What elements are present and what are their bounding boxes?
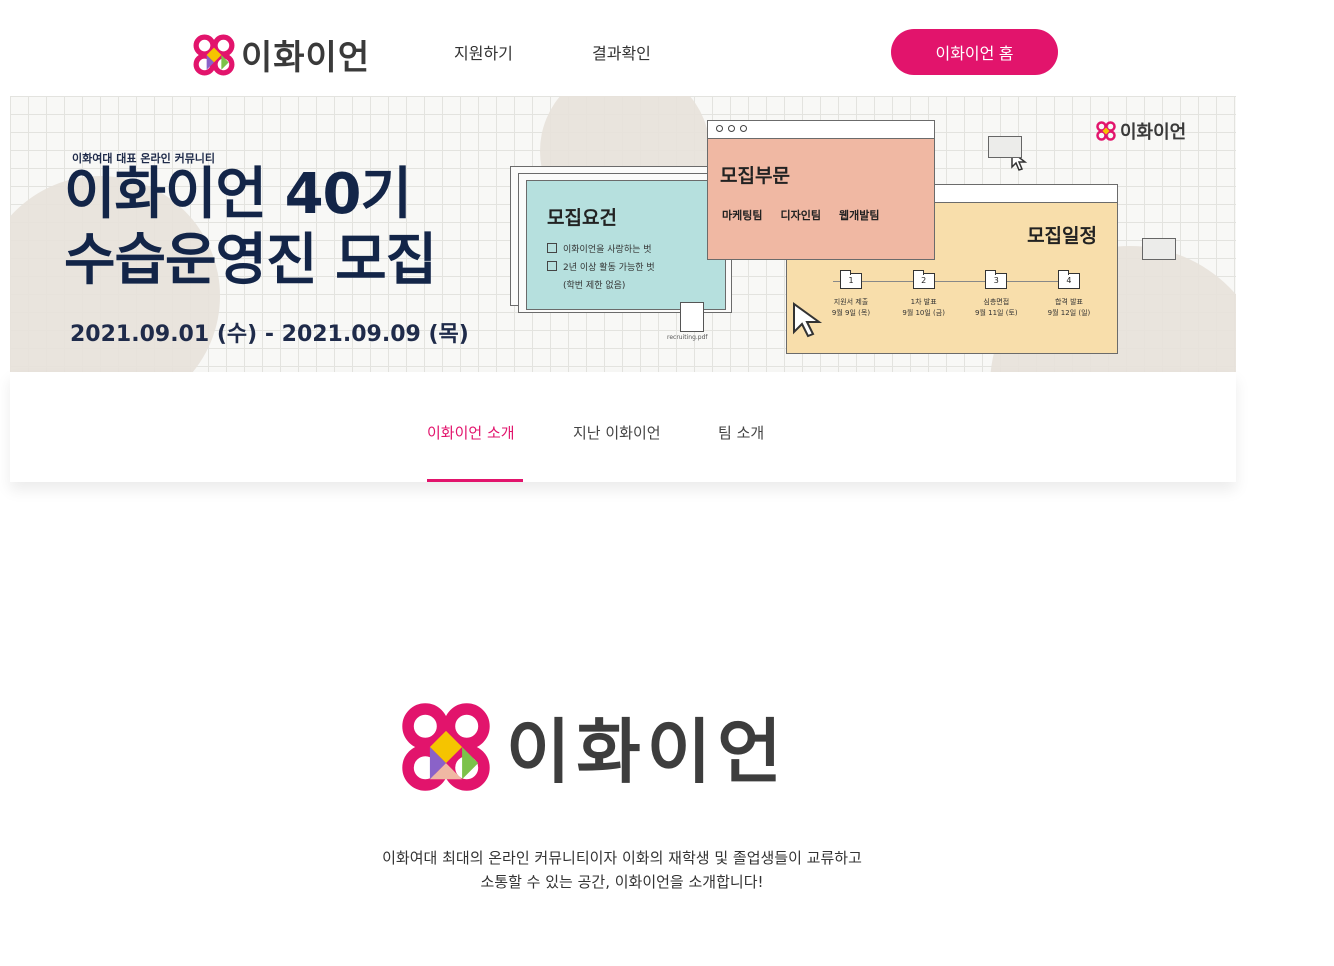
folder-icon xyxy=(1142,238,1176,260)
home-button[interactable]: 이화이언 홈 xyxy=(891,29,1058,75)
checkbox-icon xyxy=(547,243,557,253)
requirement-note: (학번 제한 없음) xyxy=(563,281,626,291)
banner-title-line1: 이화이언 40기 xyxy=(64,162,412,227)
flower-logo-icon xyxy=(402,702,490,791)
parts-title: 모집부문 xyxy=(720,165,790,187)
schedule-steps: 1 지원서 제출 9월 9일 (목) 2 1차 발표 9월 10일 (금) 3 … xyxy=(815,270,1105,319)
parts-list: 마케팅팀 디자인팀 웹개발팀 xyxy=(722,207,879,223)
step-date: 9월 10일 (금) xyxy=(902,309,945,317)
schedule-step: 3 심층면접 9월 11일 (토) xyxy=(960,270,1032,319)
step-label: 심층면접 xyxy=(983,298,1010,306)
folder-icon: 3 xyxy=(985,270,1008,289)
banner-title: 이화이언 40기 수습운영진 모집 xyxy=(64,162,437,294)
window-dots-icon xyxy=(716,125,747,132)
banner-logo-text: 이화이언 xyxy=(1120,122,1187,143)
checkbox-icon xyxy=(547,261,557,271)
tab-past[interactable]: 지난 이화이언 xyxy=(573,422,661,443)
banner-logo: 이화이언 xyxy=(1096,118,1186,144)
step-label: 합격 발표 xyxy=(1054,298,1083,306)
team-tag: 웹개발팀 xyxy=(838,209,880,222)
requirement-item: 이화이언을 사랑하는 벗 xyxy=(547,241,655,259)
folder-icon: 1 xyxy=(840,270,862,289)
top-navigation: 이화이언 지원하기 결과확인 이화이언 홈 xyxy=(0,0,1334,96)
intro-description: 이화여대 최대의 온라인 커뮤니티이자 이화의 재학생 및 졸업생들이 교류하고… xyxy=(0,846,1244,894)
schedule-title: 모집일정 xyxy=(1027,225,1097,247)
intro-logo-text: 이화이언 xyxy=(506,711,788,793)
step-date: 9월 12일 (일) xyxy=(1047,309,1091,317)
intro-line: 소통할 수 있는 공간, 이화이언을 소개합니다! xyxy=(480,873,764,891)
schedule-step: 4 합격 발표 9월 12일 (일) xyxy=(1033,270,1105,319)
flower-logo-icon xyxy=(193,34,235,75)
site-logo-text: 이화이언 xyxy=(241,38,371,78)
tab-intro[interactable]: 이화이언 소개 xyxy=(427,422,515,443)
banner-date-range: 2021.09.01 (수) - 2021.09.09 (목) xyxy=(70,322,469,347)
team-tag: 디자인팀 xyxy=(780,209,821,222)
step-date: 9월 11일 (토) xyxy=(975,309,1018,317)
tab-team[interactable]: 팀 소개 xyxy=(718,422,764,443)
section-tabs: 이화이언 소개 지난 이화이언 팀 소개 xyxy=(10,372,1236,482)
step-label: 1차 발표 xyxy=(910,298,937,306)
requirement-item: 2년 이상 활동 가능한 벗 xyxy=(547,259,655,277)
banner-title-line2: 수습운영진 모집 xyxy=(64,228,437,293)
active-tab-indicator xyxy=(427,479,523,482)
nav-result-link[interactable]: 결과확인 xyxy=(592,40,651,64)
requirements-list: 이화이언을 사랑하는 벗 2년 이상 활동 가능한 벗 (학번 제한 없음) xyxy=(547,241,655,295)
file-label: recruiting.pdf xyxy=(667,334,708,341)
schedule-step: 2 1차 발표 9월 10일 (금) xyxy=(888,270,960,319)
window-titlebar xyxy=(708,121,934,139)
cursor-arrow-icon xyxy=(793,302,823,338)
nav-apply-link[interactable]: 지원하기 xyxy=(454,40,513,64)
site-logo[interactable]: 이화이언 xyxy=(193,30,370,79)
parts-window: 모집부문 마케팅팀 디자인팀 웹개발팀 xyxy=(707,120,935,260)
recruit-banner[interactable]: 이화여대 대표 온라인 커뮤니티 이화이언 40기 수습운영진 모집 2021.… xyxy=(10,96,1236,372)
document-icon xyxy=(680,302,704,332)
intro-line: 이화여대 최대의 온라인 커뮤니티이자 이화의 재학생 및 졸업생들이 교류하고 xyxy=(382,849,862,867)
folder-icon: 2 xyxy=(912,270,935,289)
flower-logo-icon xyxy=(1096,121,1116,141)
requirements-window: 모집요건 이화이언을 사랑하는 벗 2년 이상 활동 가능한 벗 (학번 제한 … xyxy=(526,180,726,310)
folder-icon: 4 xyxy=(1057,270,1080,289)
team-tag: 마케팅팀 xyxy=(722,209,763,222)
requirements-title: 모집요건 xyxy=(547,207,617,229)
folder-icon xyxy=(988,136,1022,158)
intro-logo: 이화이언 xyxy=(400,696,788,797)
